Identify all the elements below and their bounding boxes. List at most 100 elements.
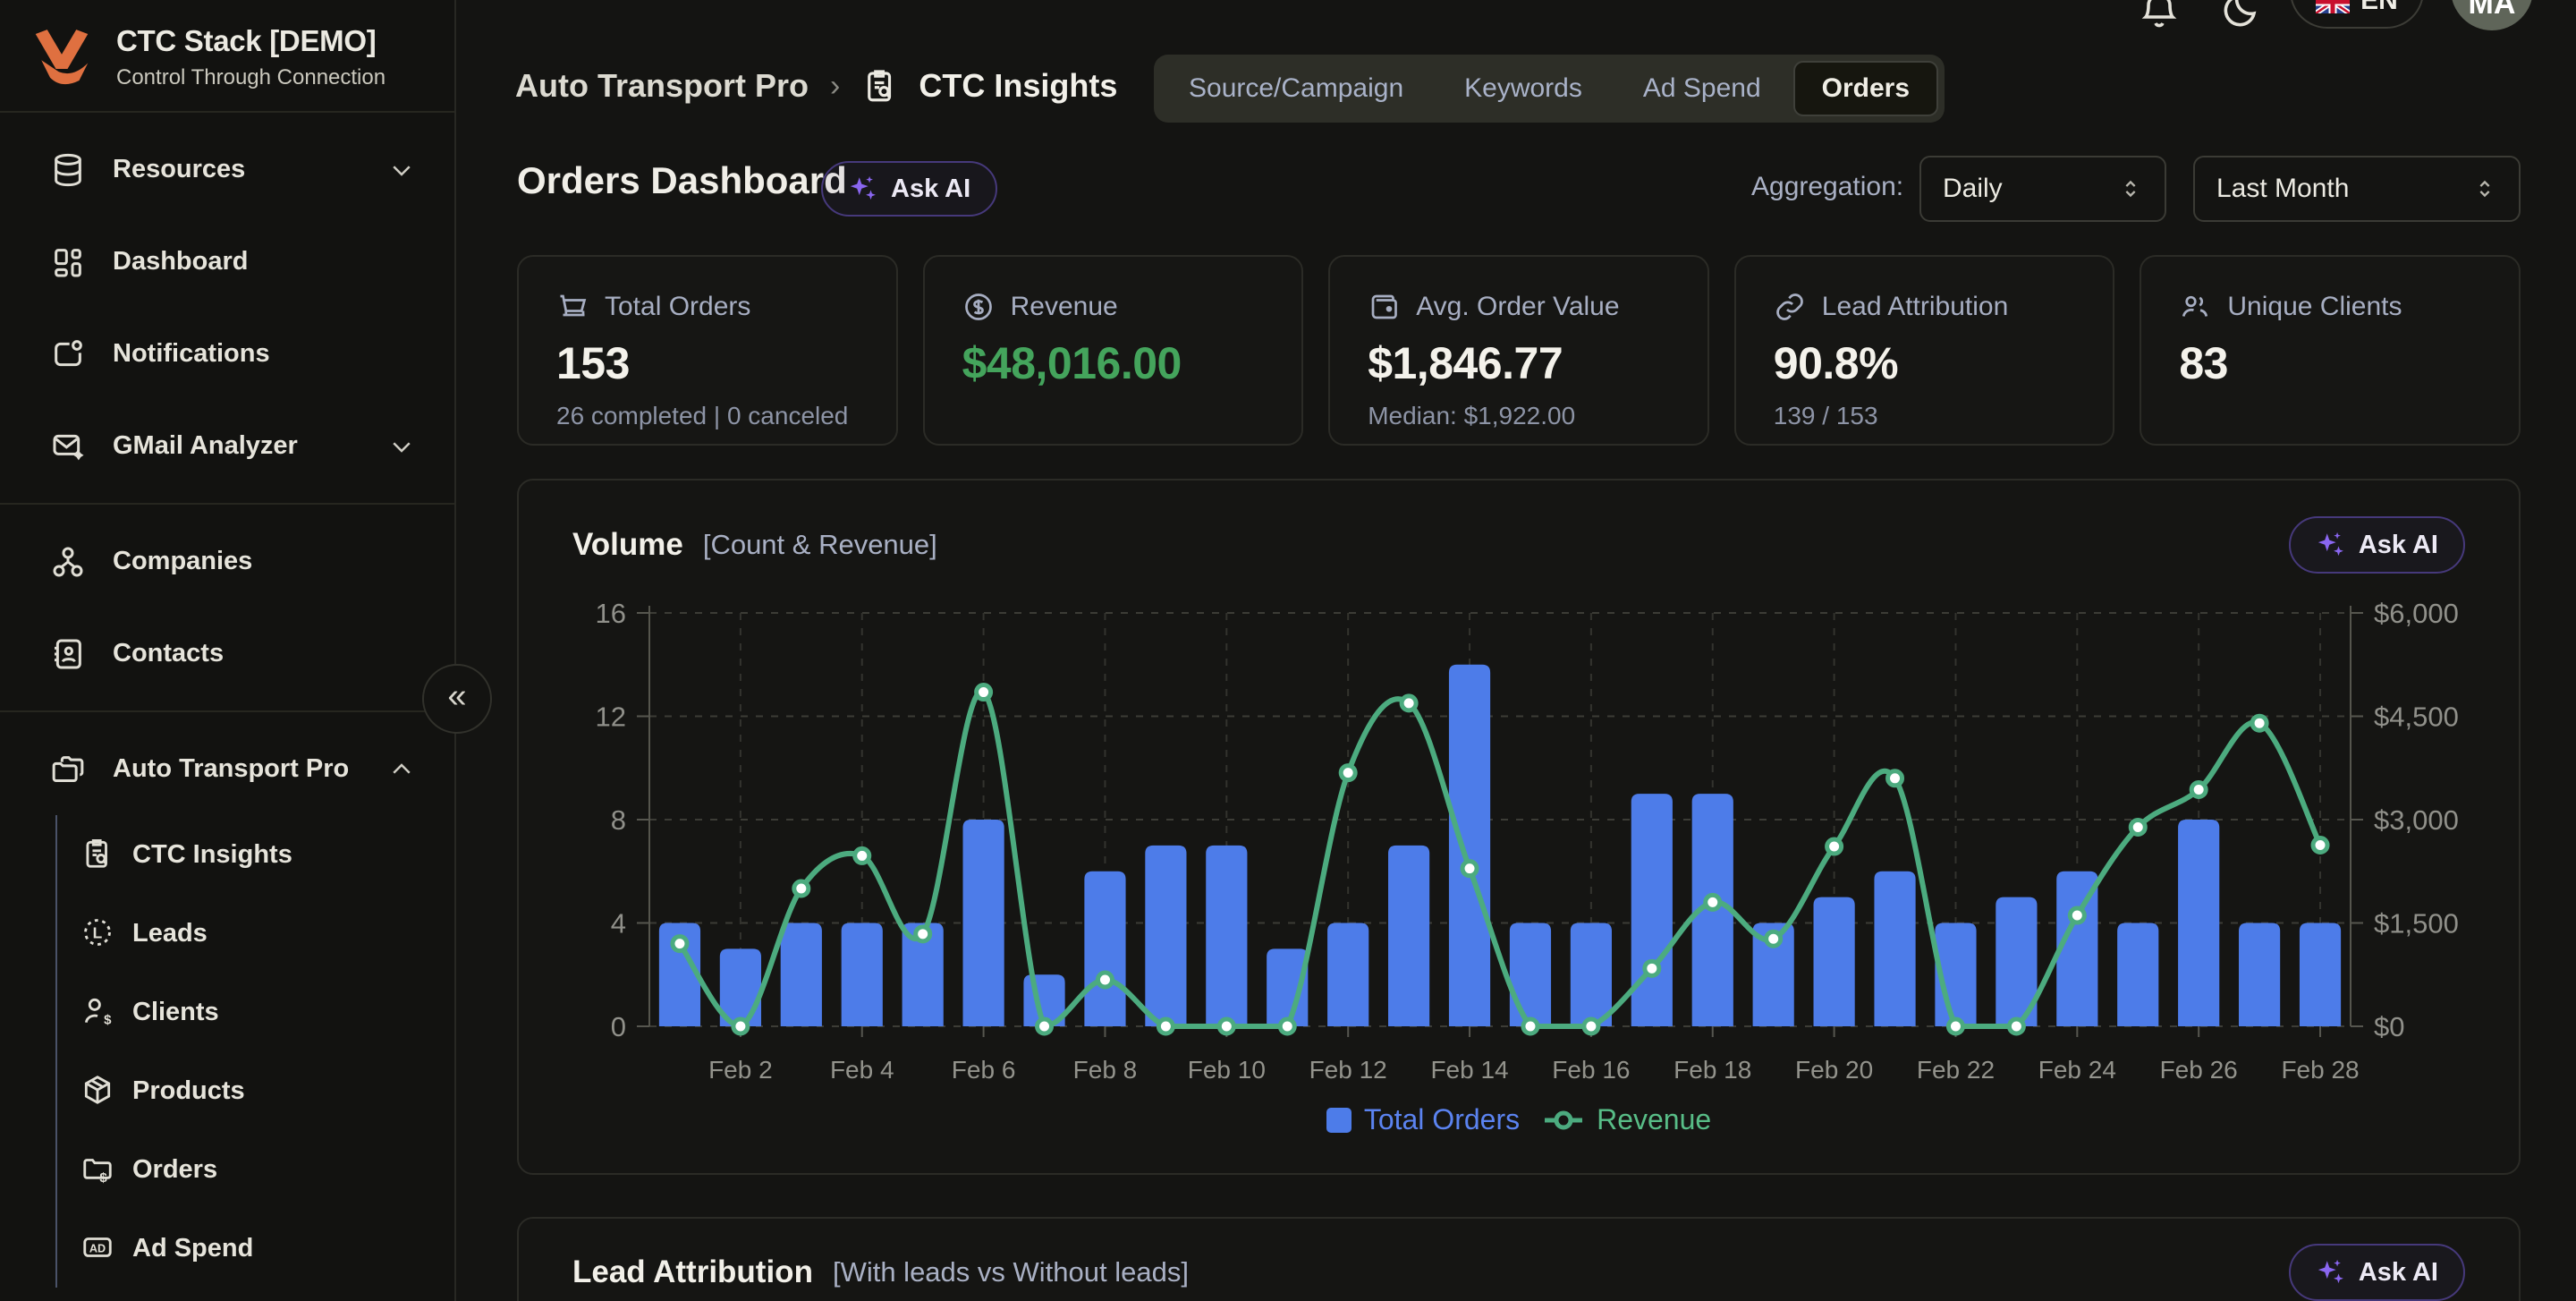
sidebar-item-ctc-insights[interactable]: CTC Insights [57,815,454,894]
cart-icon [556,291,589,323]
user-dollar-icon: $ [80,994,116,1030]
sidebar-nav-main: Resources Dashboard Notifications GMail … [0,113,454,503]
ask-ai-button[interactable]: Ask AI [821,161,997,217]
chevron-updown-icon [2472,176,2497,201]
language-selector[interactable]: EN [2290,0,2424,29]
svg-text:Feb 20: Feb 20 [1795,1056,1873,1084]
svg-text:Feb 16: Feb 16 [1552,1056,1630,1084]
sidebar-item-ad-spend[interactable]: AD Ad Spend [57,1209,454,1288]
svg-text:$1,500: $1,500 [2374,908,2459,940]
users-icon [2179,291,2211,323]
sidebar-item-dashboard[interactable]: Dashboard [0,216,454,308]
sidebar-project-children: CTC Insights L Leads $ Clients Products [55,815,454,1288]
package-icon [80,1073,116,1109]
svg-text:Feb 4: Feb 4 [830,1056,894,1084]
svg-text:Feb 12: Feb 12 [1309,1056,1387,1084]
chevron-down-icon [388,433,415,460]
ask-ai-button[interactable]: Ask AI [2289,516,2465,574]
date-range-select[interactable]: Last Month [2193,156,2521,222]
svg-text:12: 12 [596,702,626,733]
legend-bar-swatch [1326,1108,1352,1133]
legend-line-marker [1543,1108,1584,1133]
avatar-initials: MA [2469,0,2516,21]
breadcrumb: Auto Transport Pro › CTC Insights [515,52,1117,120]
mail-sparkle-icon [50,429,86,464]
legend-item-total-orders[interactable]: Total Orders [1326,1103,1520,1136]
sidebar-item-clients[interactable]: $ Clients [57,973,454,1051]
breadcrumb-parent[interactable]: Auto Transport Pro [515,67,809,105]
org-icon [50,544,86,580]
tab-keywords[interactable]: Keywords [1436,61,1611,116]
kpi-label: Avg. Order Value [1416,292,1619,322]
legend-line-label: Revenue [1597,1103,1711,1136]
sidebar-item-companies[interactable]: Companies [0,515,454,608]
moon-icon[interactable] [2218,0,2261,37]
app-tagline: Control Through Connection [116,65,386,90]
svg-text:Feb 24: Feb 24 [2038,1056,2116,1084]
sidebar-nav-project: Auto Transport Pro CTC Insights L Leads [0,712,454,1298]
kpi-label: Lead Attribution [1822,292,2009,322]
clipboard-search-icon [80,837,116,872]
svg-text:Feb 14: Feb 14 [1430,1056,1508,1084]
sparkles-icon [2316,530,2346,560]
breadcrumb-separator: › [828,69,842,104]
sidebar-item-label: Notifications [113,339,270,369]
ask-ai-label: Ask AI [2359,531,2438,560]
ask-ai-label: Ask AI [2359,1258,2438,1288]
svg-text:$: $ [99,1170,107,1186]
uk-flag-icon [2316,0,2350,13]
collapse-glyph: « [447,677,466,716]
svg-text:$0: $0 [2374,1011,2404,1042]
bell-icon[interactable] [2138,0,2181,37]
svg-text:16: 16 [596,598,626,629]
lead-attribution-title: Lead Attribution [572,1254,813,1290]
sidebar-item-auto-transport-pro[interactable]: Auto Transport Pro [0,723,454,815]
sidebar-item-contacts[interactable]: Contacts [0,608,454,700]
tab-source-campaign[interactable]: Source/Campaign [1160,61,1432,116]
aggregation-label: Aggregation: [1751,172,1903,202]
sidebar-item-label: Companies [113,547,252,576]
kpi-value: $1,846.77 [1368,337,1670,389]
kpi-label: Total Orders [605,292,750,322]
ask-ai-button[interactable]: Ask AI [2289,1244,2465,1301]
chevron-updown-icon [2118,176,2143,201]
svg-text:8: 8 [611,804,626,836]
sidebar-item-label: Contacts [113,639,224,668]
kpi-sub: 26 completed | 0 canceled [556,402,859,430]
sidebar-item-orders[interactable]: $ Orders [57,1130,454,1209]
svg-text:Feb 8: Feb 8 [1073,1056,1138,1084]
sidebar-item-label: Leads [132,919,208,948]
date-range-value: Last Month [2216,174,2349,204]
address-book-icon [50,636,86,672]
svg-text:$4,500: $4,500 [2374,702,2459,733]
kpi-row: Total Orders 153 26 completed | 0 cancel… [517,255,2521,446]
kpi-sub: 139 / 153 [1774,402,2076,430]
aggregation-select[interactable]: Daily [1919,156,2166,222]
sidebar-item-notifications[interactable]: Notifications [0,308,454,400]
svg-text:$3,000: $3,000 [2374,804,2459,836]
lead-attribution-card: Lead Attribution [With leads vs Without … [517,1217,2521,1301]
sidebar-item-gmail-analyzer[interactable]: GMail Analyzer [0,400,454,492]
kpi-sub: Median: $1,922.00 [1368,402,1670,430]
svg-text:Feb 2: Feb 2 [708,1056,773,1084]
sidebar-collapse-button[interactable]: « [422,664,492,734]
legend-item-revenue[interactable]: Revenue [1543,1103,1711,1136]
lead-attribution-header: Lead Attribution [With leads vs Without … [572,1244,2465,1301]
avatar[interactable]: MA [2451,0,2533,30]
folder-dollar-icon: $ [80,1152,116,1187]
sidebar-item-label: Auto Transport Pro [113,754,349,784]
clipboard-search-icon [861,67,899,105]
tab-orders[interactable]: Orders [1793,61,1938,116]
svg-text:AD: AD [89,1243,106,1255]
kpi-value: 90.8% [1774,337,2076,389]
sidebar-item-resources[interactable]: Resources [0,123,454,216]
app-identity: CTC Stack [DEMO] Control Through Connect… [116,24,386,90]
wallet-icon [1368,291,1400,323]
sidebar-item-label: Orders [132,1155,217,1185]
kpi-card-total-orders: Total Orders 153 26 completed | 0 cancel… [517,255,898,446]
svg-text:Feb 22: Feb 22 [1917,1056,1995,1084]
sidebar-item-leads[interactable]: L Leads [57,894,454,973]
tab-ad-spend[interactable]: Ad Spend [1614,61,1790,116]
sparkles-icon [848,174,878,204]
sidebar-item-products[interactable]: Products [57,1051,454,1130]
